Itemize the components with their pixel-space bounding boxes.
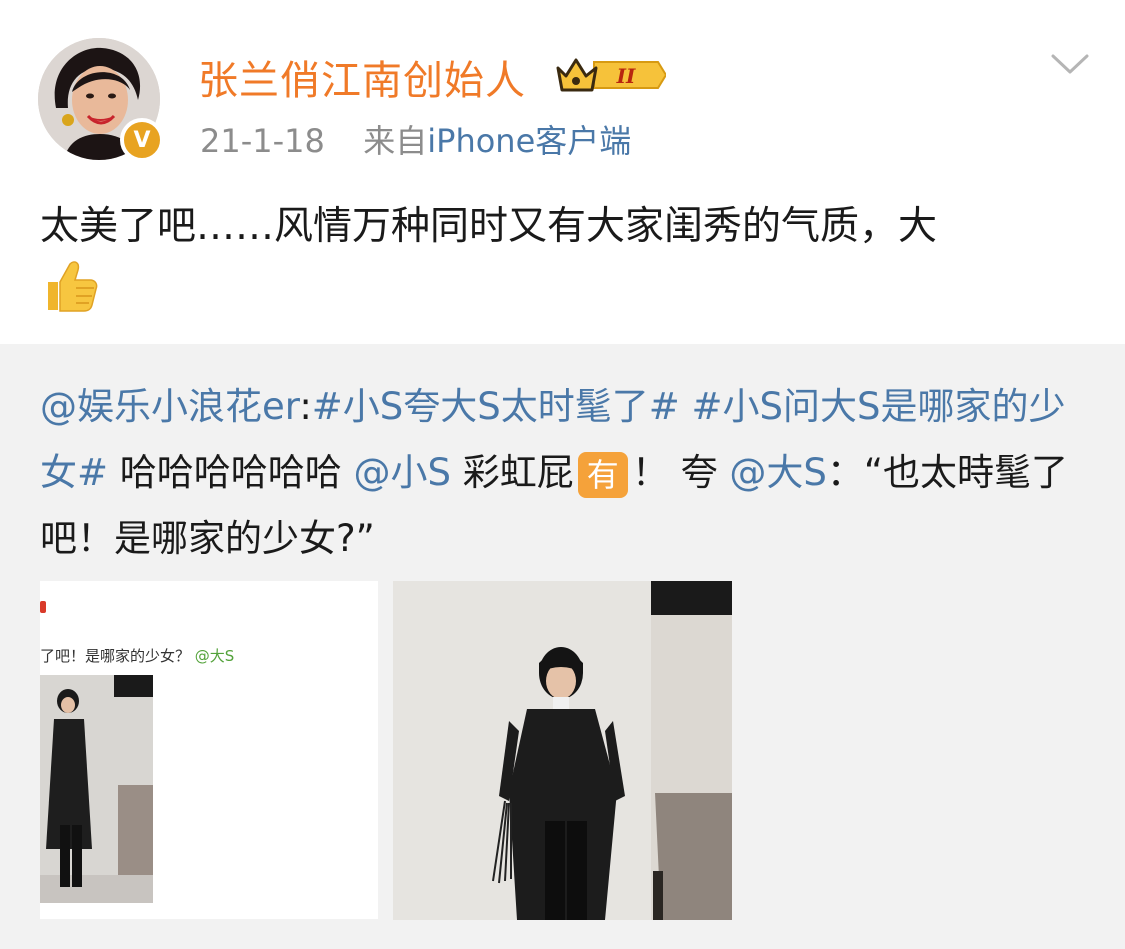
laugh-text: 哈哈哈哈哈哈 (108, 451, 342, 494)
mention-xiaos-link[interactable]: @小S (354, 451, 452, 494)
source-device[interactable]: iPhone (427, 122, 535, 160)
source-prefix: 来自 (363, 122, 428, 160)
post-meta: 21-1-18 来自iPhone客户端 (200, 116, 631, 162)
image-caption: 了吧！是哪家的少女？ @大S (40, 645, 234, 666)
phrase-text: 彩虹屁 (451, 451, 574, 494)
repost-colon: : (299, 385, 312, 428)
red-mark (40, 601, 46, 613)
hashtag-link-1[interactable]: #小S夸大S太时髦了# (312, 385, 680, 428)
image-thumbnail-2[interactable] (393, 581, 732, 920)
verified-mark: V (133, 127, 151, 153)
image-caption-text: 了吧！是哪家的少女？ (40, 647, 191, 665)
chevron-down-icon[interactable] (1050, 50, 1090, 78)
post-date: 21-1-18 (200, 122, 325, 160)
username[interactable]: 张兰俏江南创始人 (198, 48, 526, 106)
mini-photo (40, 675, 153, 903)
mention-das-link[interactable]: @大S (729, 451, 827, 494)
photo-woman-black-coat (393, 581, 732, 920)
post-text: 太美了吧……风情万种同时又有大家闺秀的气质，大 (40, 204, 938, 249)
repost-text: @娱乐小浪花er:#小S夸大S太时髦了# #小S问大S是哪家的少女# 哈哈哈哈哈… (40, 374, 1100, 572)
post-header: V 张兰俏江南创始人 II 21-1-18 来自iPhone客户端 (0, 0, 1125, 170)
mention-author-link[interactable]: @娱乐小浪花er (40, 385, 299, 428)
image-thumbnail-1[interactable]: 了吧！是哪家的少女？ @大S (40, 581, 378, 919)
praise-text: ！ 夸 (631, 451, 718, 494)
you-emoji-badge: 有 (577, 451, 628, 498)
source-suffix[interactable]: 客户端 (535, 122, 631, 160)
thumbs-up-icon (48, 261, 98, 312)
repost-card[interactable]: @娱乐小浪花er:#小S夸大S太时髦了# #小S问大S是哪家的少女# 哈哈哈哈哈… (0, 344, 1125, 949)
vip-level: II (616, 64, 636, 88)
vip-crown-badge-icon[interactable]: II (554, 54, 666, 96)
avatar[interactable]: V (38, 38, 164, 162)
verified-badge: V (120, 118, 164, 162)
image-caption-link: @大S (194, 647, 235, 665)
